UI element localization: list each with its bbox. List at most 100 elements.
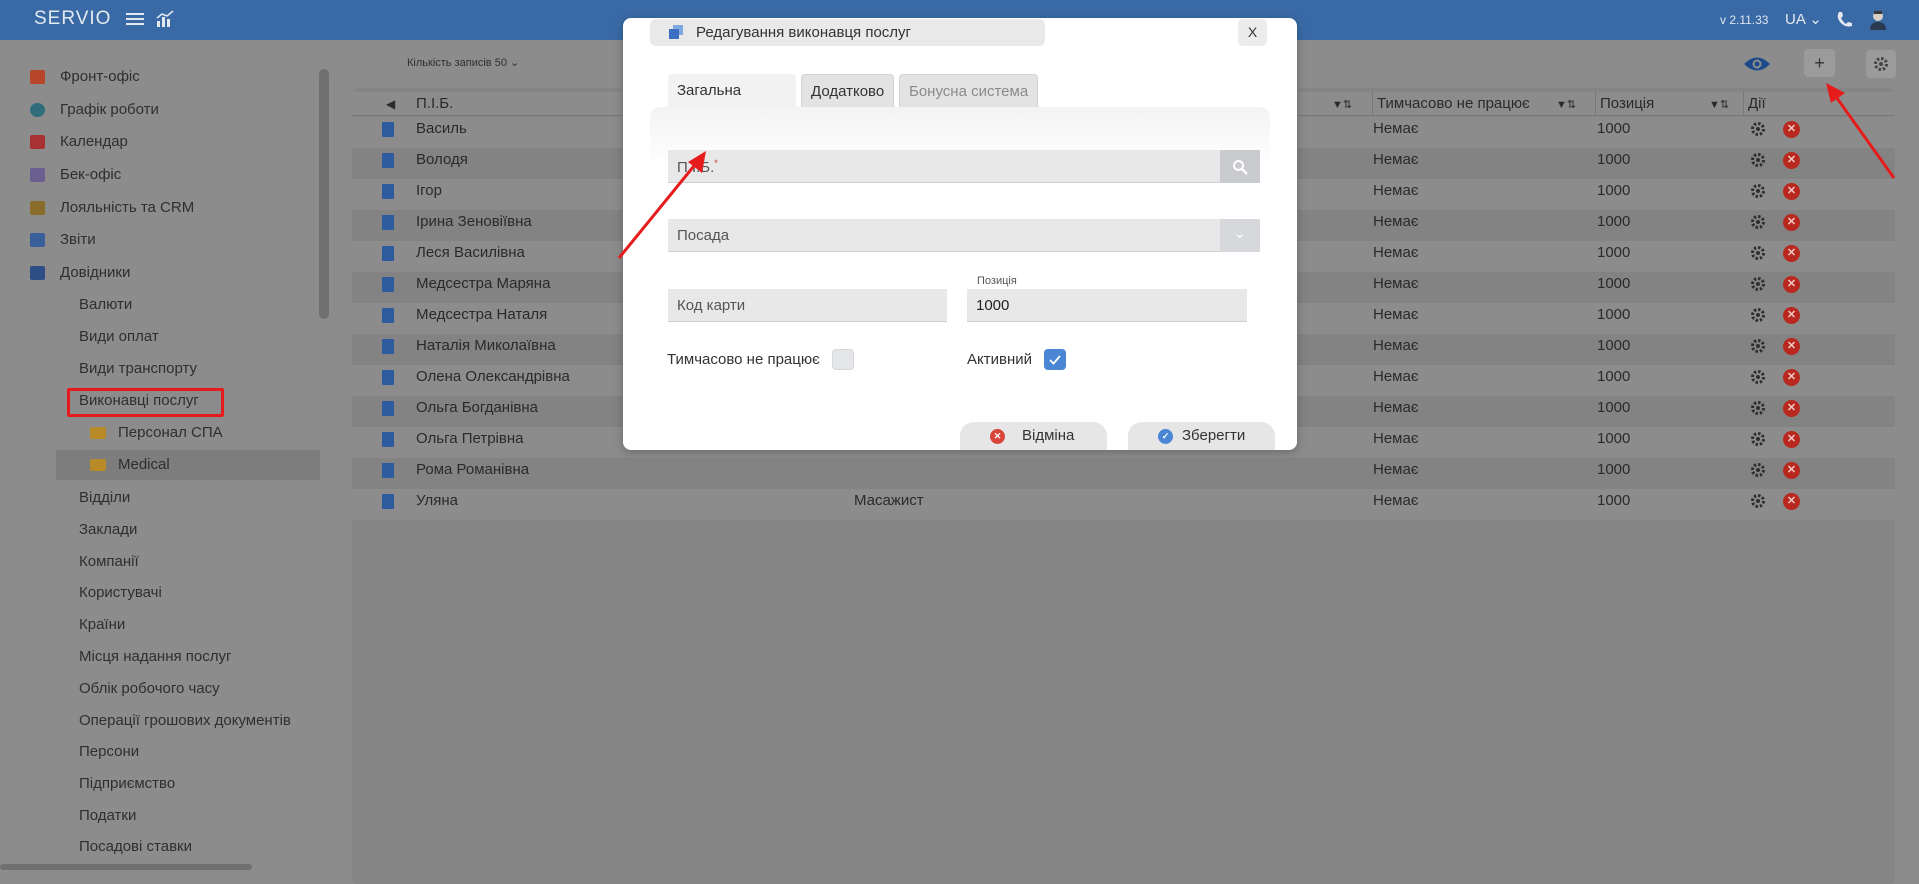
sidebar-subitem-companies[interactable]: Компанії: [79, 549, 139, 575]
sidebar-subitem-countries[interactable]: Країни: [79, 612, 125, 638]
row-name: Медсестра Маряна: [416, 275, 551, 292]
collapse-left-icon[interactable]: ◀: [386, 92, 395, 116]
sidebar-subitem-persons[interactable]: Персони: [79, 739, 139, 765]
row-position-number: 1000: [1597, 213, 1631, 230]
briefcase-icon: [30, 70, 45, 84]
active-checkbox[interactable]: [1044, 349, 1066, 370]
filter-sort-icon[interactable]: ▼⇅: [1709, 98, 1729, 111]
sidebar-subitem-cash-operations[interactable]: Операції грошових документів: [79, 708, 291, 734]
records-per-page[interactable]: Кількість записів 50 ⌄: [407, 56, 519, 69]
delete-icon[interactable]: ✕: [1783, 245, 1800, 262]
delete-icon[interactable]: ✕: [1783, 369, 1800, 386]
language-select[interactable]: UA ⌄: [1785, 10, 1822, 28]
sidebar-subitem-enterprise[interactable]: Підприємство: [79, 771, 175, 797]
row-temp-inactive: Немає: [1373, 275, 1419, 292]
app-logo[interactable]: SERVIO: [34, 8, 111, 30]
delete-icon[interactable]: ✕: [1783, 183, 1800, 200]
row-temp-inactive: Немає: [1373, 368, 1419, 385]
sidebar-subitem-service-places[interactable]: Місця надання послуг: [79, 644, 231, 670]
sidebar-subitem-taxes[interactable]: Податки: [79, 803, 136, 829]
gear-icon[interactable]: [1750, 183, 1766, 199]
tab-general[interactable]: Загальна: [668, 74, 796, 107]
horizontal-scrollbar[interactable]: [0, 864, 252, 870]
document-icon: [382, 308, 394, 323]
clock-icon: [30, 103, 45, 117]
dropdown-button[interactable]: ⌄: [1220, 219, 1260, 252]
delete-icon[interactable]: ✕: [1783, 462, 1800, 479]
delete-icon[interactable]: ✕: [1783, 493, 1800, 510]
gear-icon[interactable]: [1750, 152, 1766, 168]
settings-button[interactable]: [1866, 50, 1896, 78]
gear-icon[interactable]: [1750, 214, 1766, 230]
sidebar-subitem-currencies[interactable]: Валюти: [79, 292, 132, 318]
phone-icon[interactable]: [1835, 10, 1853, 30]
language-label: UA: [1785, 11, 1806, 28]
column-header-name[interactable]: П.І.Б.: [416, 92, 453, 116]
tab-additional[interactable]: Додатково: [801, 74, 895, 107]
filter-sort-icon[interactable]: ▼⇅: [1556, 98, 1576, 111]
close-button[interactable]: X: [1238, 19, 1267, 46]
sidebar-subitem-salary-rates[interactable]: Посадові ставки: [79, 834, 192, 860]
temporarily-inactive-checkbox[interactable]: [832, 349, 854, 370]
filter-sort-icon[interactable]: ▼⇅: [1332, 98, 1352, 111]
table-row[interactable]: Рома Романівна Немає 1000 ✕: [352, 458, 1895, 489]
row-name: Володя: [416, 151, 468, 168]
sidebar-scrollbar[interactable]: [319, 69, 329, 319]
gear-icon[interactable]: [1750, 369, 1766, 385]
add-button[interactable]: +: [1804, 49, 1835, 77]
sidebar-subitem-time-tracking[interactable]: Облік робочого часу: [79, 676, 220, 702]
gear-icon[interactable]: [1750, 400, 1766, 416]
gear-icon[interactable]: [1750, 307, 1766, 323]
sidebar-subitem-payment-types[interactable]: Види оплат: [79, 324, 159, 350]
delete-icon[interactable]: ✕: [1783, 338, 1800, 355]
user-avatar-icon[interactable]: [1868, 9, 1888, 31]
menu-icon[interactable]: [126, 10, 144, 28]
save-button[interactable]: ✓ Зберегти: [1128, 422, 1275, 450]
row-temp-inactive: Немає: [1373, 399, 1419, 416]
sidebar-subitem-establishments[interactable]: Заклади: [79, 517, 137, 543]
search-button[interactable]: [1220, 150, 1260, 183]
position-number-field[interactable]: 1000: [967, 289, 1247, 322]
document-icon: [382, 370, 394, 385]
position-select[interactable]: Посада ⌄: [668, 219, 1260, 252]
column-header-temp[interactable]: Тимчасово не працює: [1372, 92, 1530, 116]
eye-icon[interactable]: [1743, 55, 1771, 73]
save-icon: ✓: [1158, 429, 1173, 444]
delete-icon[interactable]: ✕: [1783, 400, 1800, 417]
tab-bonus-system[interactable]: Бонусна система: [899, 74, 1039, 107]
column-header-position[interactable]: Позиція: [1595, 92, 1654, 116]
gear-icon[interactable]: [1750, 493, 1766, 509]
delete-icon[interactable]: ✕: [1783, 214, 1800, 231]
row-position-number: 1000: [1597, 120, 1631, 137]
folder-medical[interactable]: Medical: [56, 450, 320, 480]
sidebar-subitem-departments[interactable]: Відділи: [79, 485, 130, 511]
delete-icon[interactable]: ✕: [1783, 152, 1800, 169]
sidebar-subitem-users[interactable]: Користувачі: [79, 580, 162, 606]
temporarily-inactive-label: Тимчасово не працює: [667, 351, 820, 368]
gear-icon[interactable]: [1750, 431, 1766, 447]
delete-icon[interactable]: ✕: [1783, 276, 1800, 293]
gear-icon[interactable]: [1750, 121, 1766, 137]
gear-icon[interactable]: [1750, 462, 1766, 478]
folder-spa-staff[interactable]: Персонал СПА: [90, 418, 320, 448]
gear-icon[interactable]: [1750, 276, 1766, 292]
delete-icon[interactable]: ✕: [1783, 307, 1800, 324]
table-row[interactable]: Уляна Масажист Немає 1000 ✕: [352, 489, 1895, 520]
row-temp-inactive: Немає: [1373, 492, 1419, 509]
card-code-field[interactable]: Код карти: [668, 289, 947, 322]
list-icon: [30, 168, 45, 182]
row-temp-inactive: Немає: [1373, 430, 1419, 447]
checkmark-icon: [1049, 355, 1061, 365]
gear-icon: [1874, 57, 1888, 71]
document-icon: [382, 401, 394, 416]
fio-field[interactable]: П.І.Б.*: [668, 150, 1260, 183]
sidebar-subitem-transport-types[interactable]: Види транспорту: [79, 356, 197, 382]
sidebar-item-label: Фронт-офіс: [60, 68, 140, 85]
stats-icon[interactable]: [156, 10, 174, 28]
delete-icon[interactable]: ✕: [1783, 121, 1800, 138]
gear-icon[interactable]: [1750, 245, 1766, 261]
cancel-button[interactable]: ✕ Відміна: [960, 422, 1107, 450]
folder-icon: [90, 427, 106, 439]
gear-icon[interactable]: [1750, 338, 1766, 354]
delete-icon[interactable]: ✕: [1783, 431, 1800, 448]
